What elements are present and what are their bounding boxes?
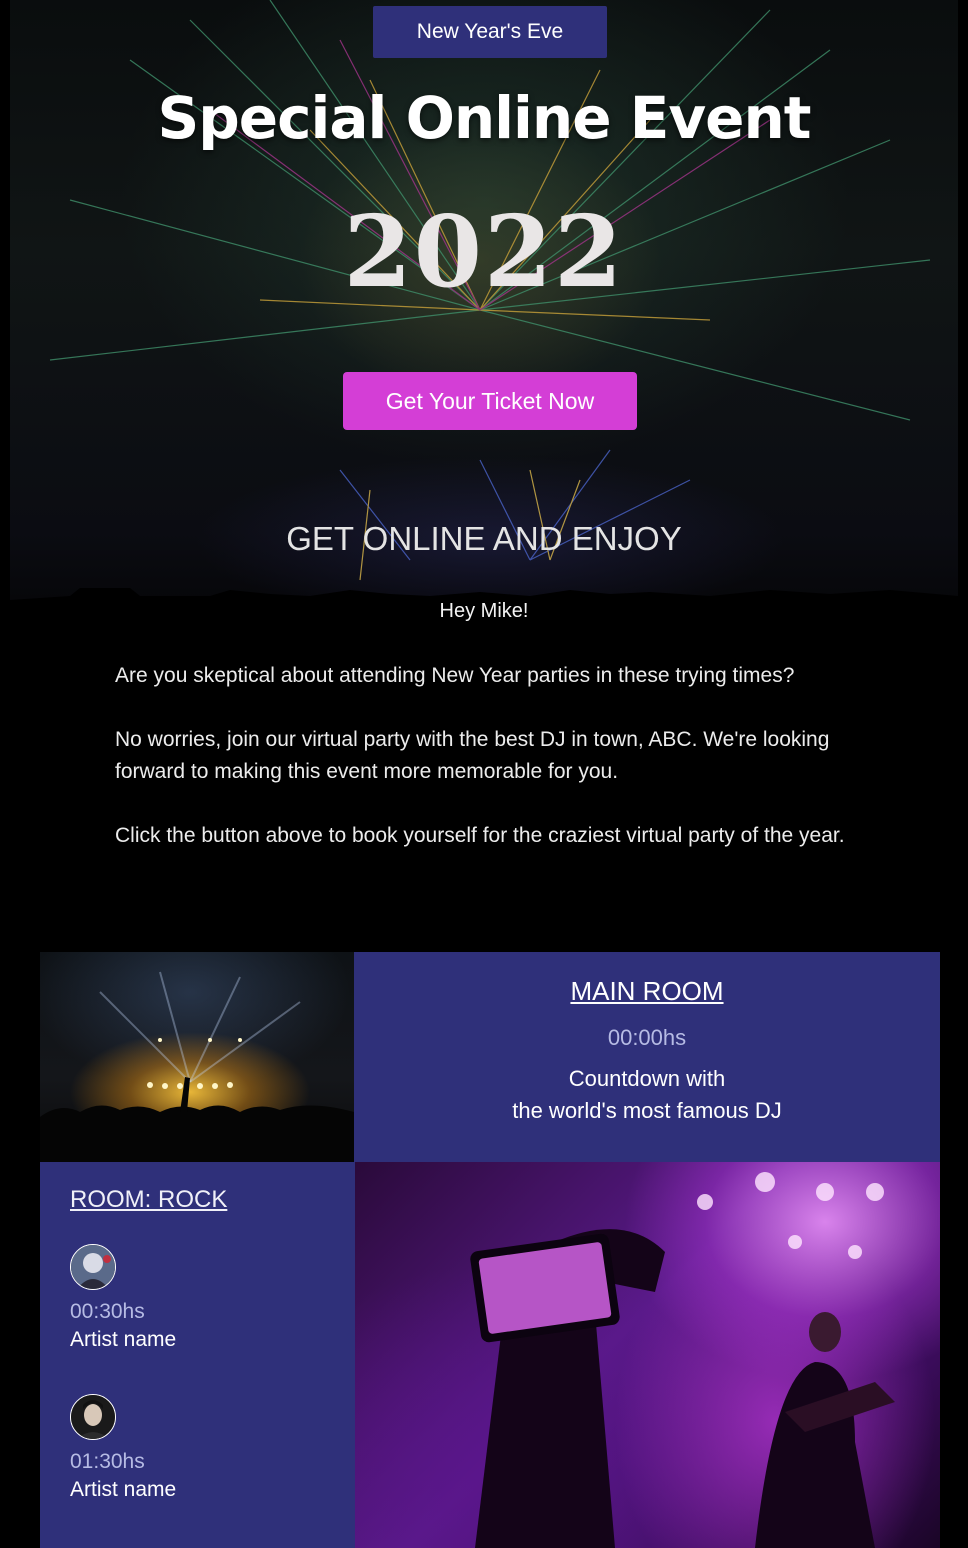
artist-name: Artist name: [70, 1478, 177, 1501]
artist-item: 01:30hs Artist name: [70, 1394, 330, 1502]
hero-title: Special Online Event: [157, 84, 811, 152]
body-paragraph: No worries, join our virtual party with …: [115, 728, 830, 783]
main-room-time: 00:00hs: [607, 1025, 687, 1050]
get-ticket-button[interactable]: Get Your Ticket Now: [343, 372, 637, 430]
main-room-desc-line: the world's most famous DJ: [512, 1098, 782, 1123]
main-room-desc-line: Countdown with: [568, 1066, 726, 1091]
event-badge: New Year's Eve: [373, 6, 607, 58]
rock-room-panel: ROOM: ROCK 00:30hs Artist name 01:30hs A…: [40, 1162, 355, 1548]
body-paragraph: Are you skeptical about attending New Ye…: [115, 664, 795, 687]
main-room-description: Countdown with the world's most famous D…: [354, 1063, 940, 1127]
body-paragraph: Click the button above to book yourself …: [115, 824, 845, 847]
main-room-panel: MAIN ROOM 00:00hs Countdown with the wor…: [354, 952, 940, 1162]
greeting: Hey Mike!: [439, 600, 529, 622]
body-copy: Are you skeptical about attending New Ye…: [115, 660, 875, 884]
hero-subheading: GET ONLINE AND ENJOY: [286, 520, 682, 557]
email-page: New Year's Eve Special Online Event 2022…: [0, 0, 968, 1548]
main-room-link[interactable]: MAIN ROOM: [354, 976, 940, 1007]
artist-time: 01:30hs: [70, 1450, 145, 1473]
hero-year: 2022: [343, 195, 625, 310]
artist-item: 00:30hs Artist name: [70, 1244, 330, 1352]
artist-name: Artist name: [70, 1328, 177, 1351]
artist-avatar: [70, 1394, 116, 1440]
artist-time: 00:30hs: [70, 1300, 145, 1323]
concert-crowd-image: [40, 952, 354, 1162]
schedule-grid: MAIN ROOM 00:00hs Countdown with the wor…: [40, 952, 940, 1548]
concert-phone-image: [355, 1162, 940, 1548]
hero-banner: New Year's Eve Special Online Event 2022…: [10, 0, 958, 626]
artist-avatar: [70, 1244, 116, 1290]
rock-room-link[interactable]: ROOM: ROCK: [70, 1186, 227, 1214]
